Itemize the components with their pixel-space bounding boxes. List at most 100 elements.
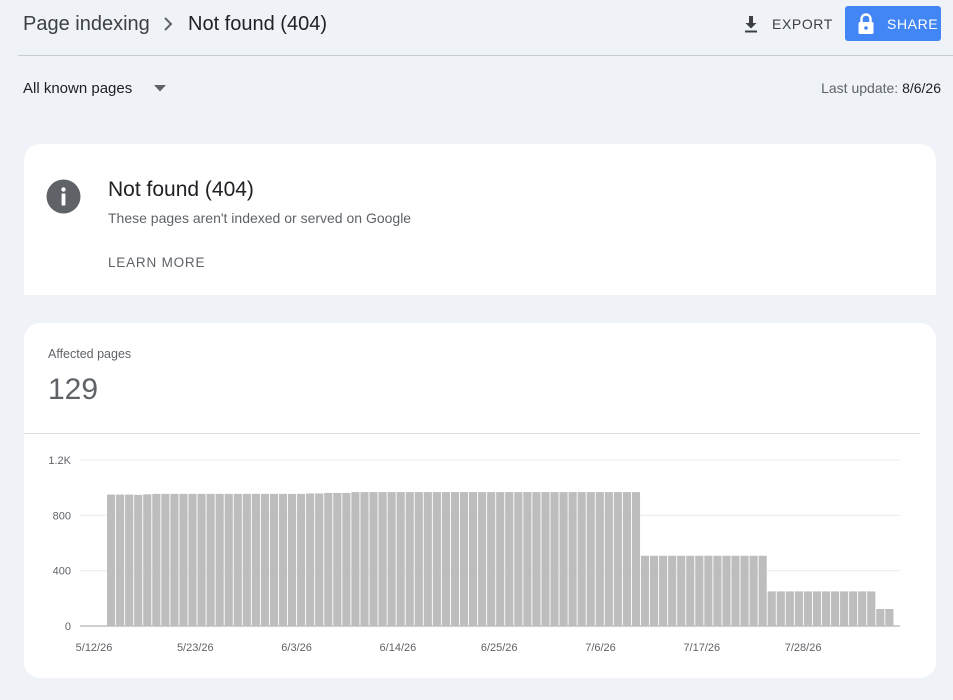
- chart-bar[interactable]: [125, 494, 134, 626]
- chart-bar[interactable]: [668, 555, 677, 626]
- chart-bar[interactable]: [333, 492, 342, 626]
- chart-bar[interactable]: [514, 492, 523, 626]
- chart-bar[interactable]: [152, 493, 161, 626]
- chart-bar[interactable]: [161, 493, 170, 626]
- chart-bar[interactable]: [215, 493, 224, 626]
- chart-bar[interactable]: [704, 555, 713, 626]
- affected-pages-chart: 0 400 800 1.2K 5/12/26 5/23/26 6/3/26 6/14/26 6/…: [48, 455, 900, 654]
- chart-bar[interactable]: [695, 555, 704, 626]
- chart-bar[interactable]: [767, 591, 776, 626]
- chart-bar[interactable]: [369, 492, 378, 626]
- chart-bar[interactable]: [242, 493, 251, 626]
- chart-bar[interactable]: [885, 608, 894, 626]
- chart-bar[interactable]: [776, 591, 785, 626]
- chart-bar[interactable]: [650, 555, 659, 626]
- chart-bar[interactable]: [722, 555, 731, 626]
- chart-bar[interactable]: [794, 591, 803, 626]
- chart-bar[interactable]: [469, 492, 478, 626]
- chart-bar[interactable]: [631, 492, 641, 626]
- chart-bar[interactable]: [586, 492, 595, 626]
- chart-bar[interactable]: [496, 492, 505, 626]
- chart-bar[interactable]: [840, 591, 849, 626]
- chart-bar[interactable]: [179, 493, 188, 626]
- chart-bar[interactable]: [487, 492, 496, 626]
- x-tick-label: 7/6/26: [585, 642, 616, 654]
- chart-bar[interactable]: [459, 492, 469, 626]
- chart-bar[interactable]: [351, 492, 360, 626]
- chart-bar[interactable]: [812, 591, 822, 626]
- chart-bar[interactable]: [532, 492, 541, 626]
- chart-bar[interactable]: [803, 591, 812, 626]
- chart-bar[interactable]: [324, 492, 333, 626]
- share-button[interactable]: SHARE: [845, 6, 941, 41]
- chart-bar[interactable]: [505, 492, 514, 626]
- y-tick-label: 800: [53, 510, 71, 522]
- chart-bar[interactable]: [731, 555, 740, 626]
- chart-bar[interactable]: [876, 608, 885, 626]
- affected-pages-card: Affected pages 129 0 400 800 1.2K 5/12/26 5/2…: [24, 323, 936, 678]
- chart-bar[interactable]: [134, 494, 143, 626]
- chart-bar[interactable]: [405, 492, 414, 626]
- chart-bar[interactable]: [550, 492, 559, 626]
- chart-bar[interactable]: [107, 494, 116, 626]
- chart-bar[interactable]: [414, 492, 423, 626]
- chart-bar[interactable]: [423, 492, 432, 626]
- last-update-label: Last update:: [821, 80, 899, 96]
- x-tick-label: 7/28/26: [785, 642, 822, 654]
- chart-bar[interactable]: [622, 492, 631, 626]
- chart-bar[interactable]: [858, 591, 867, 626]
- chart-bar[interactable]: [749, 555, 758, 626]
- chart-bar[interactable]: [478, 492, 487, 626]
- chart-bar[interactable]: [595, 492, 604, 626]
- chart-bar[interactable]: [251, 493, 260, 626]
- chart-bar[interactable]: [143, 494, 152, 626]
- chart-bar[interactable]: [713, 555, 722, 626]
- chart-bar[interactable]: [297, 493, 306, 626]
- chart-bar[interactable]: [116, 494, 125, 626]
- chart-bar[interactable]: [315, 493, 324, 626]
- page-filter-dropdown[interactable]: All known pages: [23, 80, 167, 97]
- chart-bar[interactable]: [613, 492, 622, 626]
- chart-bar[interactable]: [677, 555, 686, 626]
- chart-bar[interactable]: [387, 492, 396, 626]
- chart-bar[interactable]: [659, 555, 668, 626]
- chart-bar[interactable]: [342, 492, 351, 626]
- chart-bar[interactable]: [260, 493, 269, 626]
- chart-bar[interactable]: [233, 493, 242, 626]
- chart-bar[interactable]: [306, 493, 315, 626]
- chart-bar[interactable]: [188, 493, 197, 626]
- chart-bar[interactable]: [224, 493, 233, 626]
- chart-bar[interactable]: [541, 492, 550, 626]
- chart-bar[interactable]: [288, 493, 297, 626]
- chart-bar[interactable]: [206, 493, 215, 626]
- chart-bar[interactable]: [269, 493, 279, 626]
- learn-more-link[interactable]: LEARN MORE: [108, 255, 205, 270]
- x-tick-label: 6/3/26: [281, 642, 312, 654]
- issue-title: Not found (404): [108, 178, 254, 201]
- chart-bar[interactable]: [640, 555, 650, 626]
- chart-bar[interactable]: [867, 591, 876, 626]
- chart-bar[interactable]: [568, 492, 577, 626]
- chart-bar[interactable]: [785, 591, 794, 626]
- chart-bar[interactable]: [197, 493, 206, 626]
- chart-bar[interactable]: [849, 591, 858, 626]
- chart-bar[interactable]: [758, 555, 767, 626]
- chart-bar[interactable]: [559, 492, 568, 626]
- chart-bar[interactable]: [450, 492, 460, 626]
- chart-bar[interactable]: [378, 492, 387, 626]
- chart-bar[interactable]: [432, 492, 441, 626]
- chart-bar[interactable]: [441, 492, 450, 626]
- chart-bar[interactable]: [821, 591, 831, 626]
- breadcrumb-parent[interactable]: Page indexing: [23, 13, 150, 36]
- chart-bar[interactable]: [396, 492, 405, 626]
- chart-bar[interactable]: [577, 492, 586, 626]
- chart-bar[interactable]: [740, 555, 749, 626]
- chart-bar[interactable]: [831, 591, 840, 626]
- chart-bar[interactable]: [170, 493, 179, 626]
- chart-bar[interactable]: [360, 492, 369, 626]
- chart-bar[interactable]: [604, 492, 613, 626]
- chart-bar[interactable]: [278, 493, 288, 626]
- export-button[interactable]: EXPORT: [742, 11, 833, 37]
- chart-bar[interactable]: [523, 492, 532, 626]
- chart-bar[interactable]: [686, 555, 695, 626]
